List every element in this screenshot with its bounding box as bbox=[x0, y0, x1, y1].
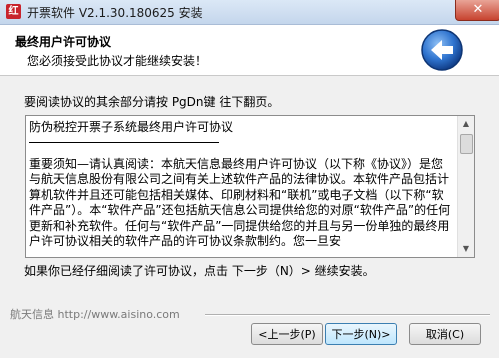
next-button[interactable]: 下一步(N)> bbox=[325, 323, 397, 345]
scroll-down-icon[interactable]: ▼ bbox=[458, 241, 474, 257]
vertical-scrollbar[interactable]: ▲ ▼ bbox=[457, 116, 474, 257]
scroll-thumb[interactable] bbox=[460, 134, 473, 154]
license-textbox[interactable]: 防伪税控开票子系统最终用户许可协议 重要须知—请认真阅读：本航天信息最终用户许可… bbox=[25, 115, 475, 258]
continue-hint: 如果你已经仔细阅读了许可协议，点击 下一步（N）> 继续安装。 bbox=[24, 264, 375, 278]
close-button[interactable]: ✕ bbox=[455, 0, 499, 21]
license-body: 重要须知—请认真阅读：本航天信息最终用户许可协议（以下称《协议》）是您与航天信息… bbox=[29, 156, 451, 249]
divider bbox=[205, 314, 490, 316]
app-icon: 红 bbox=[6, 4, 21, 19]
cancel-button[interactable]: 取消(C) bbox=[409, 323, 481, 345]
license-divider bbox=[29, 141, 219, 143]
page-subtitle: 您必须接受此协议才能继续安装！ bbox=[27, 54, 208, 68]
license-content: 防伪税控开票子系统最终用户许可协议 重要须知—请认真阅读：本航天信息最终用户许可… bbox=[29, 120, 454, 250]
branding-text: 航天信息 http://www.aisino.com bbox=[10, 308, 180, 321]
instruction-text: 要阅读协议的其余部分请按 PgDn键 往下翻页。 bbox=[24, 95, 280, 109]
wizard-header: 最终用户许可协议 您必须接受此协议才能继续安装！ bbox=[0, 25, 499, 76]
back-arrow-icon bbox=[421, 29, 463, 71]
back-button[interactable]: <上一步(P) bbox=[251, 323, 323, 345]
title-bar: 红 开票软件 V2.1.30.180625 安装 ✕ bbox=[0, 0, 499, 25]
page-title: 最终用户许可协议 bbox=[15, 35, 112, 49]
license-title: 防伪税控开票子系统最终用户许可协议 bbox=[29, 120, 234, 134]
window-title: 开票软件 V2.1.30.180625 安装 bbox=[27, 6, 203, 20]
scroll-up-icon[interactable]: ▲ bbox=[458, 116, 474, 132]
